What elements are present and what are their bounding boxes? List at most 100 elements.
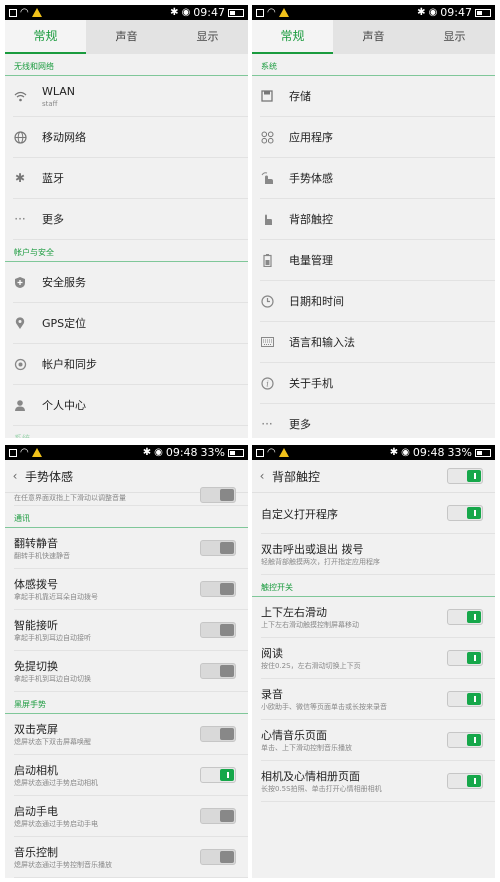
shield-icon [13,275,27,289]
status-time: 09:48 [165,446,198,459]
apps-icon [260,130,274,144]
item-label: 启动手电 [14,805,58,818]
toggle-switch[interactable] [200,540,236,556]
item-label: 个人中心 [42,399,86,412]
list-item-date-time[interactable]: 日期和时间 [260,281,495,322]
tab-general[interactable]: 常规 [252,20,333,54]
list-item-gesture[interactable]: 手势体感 [260,158,495,199]
list-item-account-sync[interactable]: 帐户和同步 [13,344,248,385]
list-item-more[interactable]: ··· 更多 [13,199,248,240]
list-item-about-phone[interactable]: i 关于手机 [260,363,495,404]
keyboard-icon [260,335,274,349]
item-label: 智能接听 [14,619,58,632]
gesture-icon [260,171,274,185]
battery-icon [260,253,274,267]
location-icon [13,316,27,330]
item-sub: staff [42,99,58,108]
section-header-touch-switch: 触控开关 [252,575,495,597]
sim-icon [256,448,264,457]
master-toggle-switch-on[interactable] [447,468,483,484]
list-item-double-tap-dial[interactable]: 双击呼出或退出 拨号 轻触背部触摸两次，打开指定应用程序 [261,534,495,575]
battery-status-icon [228,448,244,457]
settings-general-panel: ◠ ✱ ◉ 09:47 常规 声音 显示 无线和网络 WLAN staff 移动网络 … [5,5,248,438]
item-label: GPS定位 [42,317,87,330]
toggle-switch[interactable] [200,581,236,597]
warning-icon [278,448,289,457]
back-arrow-icon[interactable]: ‹ [5,469,25,483]
list-item-recording[interactable]: 录音 小欧助手、微信等页面单击或长按来录音 [261,679,495,720]
item-label: 心情音乐页面 [261,729,327,742]
list-item-bluetooth[interactable]: ✱ 蓝牙 [13,158,248,199]
section-header-system-cut: 系统 [5,426,248,438]
warning-icon [278,8,289,17]
section-header-wireless: 无线和网络 [5,54,248,76]
item-label: 音乐控制 [14,846,58,859]
list-item-battery-management[interactable]: 电量管理 [260,240,495,281]
status-bar: ◠ ✱ ◉ 09:48 33% [252,445,495,460]
item-label: 相机及心情相册页面 [261,770,360,783]
item-sub: 轻触背部触摸两次，打开指定应用程序 [261,558,380,566]
toggle-switch-on[interactable] [447,773,483,789]
toggle-switch[interactable] [200,808,236,824]
list-item-flip-mute[interactable]: 翻转静音 翻转手机快速静音 [14,528,248,569]
list-item-music-control[interactable]: 音乐控制 熄屏状态通过手势控制音乐播放 [14,837,248,878]
toggle-switch-on[interactable] [447,609,483,625]
tab-sound[interactable]: 声音 [333,20,414,54]
list-item-gps[interactable]: GPS定位 [13,303,248,344]
list-item-motion-dial[interactable]: 体感拨号 拿起手机靠近耳朵自动拨号 [14,569,248,610]
item-label: 双击亮屏 [14,723,58,736]
list-item-launch-camera[interactable]: 启动相机 熄屏状态通过手势启动相机 [14,755,248,796]
toggle-switch-on[interactable] [200,767,236,783]
toggle-switch-on[interactable] [447,650,483,666]
section-header-call: 通讯 [5,506,248,528]
page-title: 背部触控 [272,469,321,484]
battery-percent: 33% [200,446,225,459]
wifi-status-icon: ◠ [20,7,29,18]
back-arrow-icon[interactable]: ‹ [252,469,272,483]
tab-bar: 常规 声音 显示 [5,20,248,54]
list-item-handsfree-switch[interactable]: 免提切换 拿起手机到耳边自动切换 [14,651,248,692]
list-item-personal-center[interactable]: 个人中心 [13,385,248,426]
list-item-wlan[interactable]: WLAN staff [13,76,248,117]
list-item-custom-open-app[interactable]: 自定义打开程序 [261,493,495,534]
list-item-camera-album[interactable]: 相机及心情相册页面 长按0.5S拍照、单击打开心情相册相机 [261,761,495,802]
list-item-reading[interactable]: 阅读 按住0.2S，左右滑动切换上下页 [261,638,495,679]
list-item-launch-flashlight[interactable]: 启动手电 熄屏状态通过手势启动手电 [14,796,248,837]
list-item-apps[interactable]: 应用程序 [260,117,495,158]
page-title: 手势体感 [25,469,74,484]
list-item-smart-answer[interactable]: 智能接听 拿起手机到耳边自动接听 [14,610,248,651]
bluetooth-status-icon: ✱ [417,7,426,18]
list-item-double-tap-wake[interactable]: 双击亮屏 熄屏状态下双击屏幕唤醒 [14,714,248,755]
toggle-switch[interactable] [200,622,236,638]
tab-sound[interactable]: 声音 [86,20,167,54]
bluetooth-status-icon: ✱ [170,7,179,18]
list-item-swipe[interactable]: 上下左右滑动 上下左右滑动触摸控制屏幕移动 [261,597,495,638]
toggle-switch-on[interactable] [447,505,483,521]
toggle-switch[interactable] [200,726,236,742]
clock-icon [260,294,274,308]
list-item-language-input[interactable]: 语言和输入法 [260,322,495,363]
toggle-switch[interactable] [200,849,236,865]
alarm-icon: ◉ [181,7,191,18]
more-icon: ··· [261,417,273,431]
toggle-switch-on[interactable] [447,691,483,707]
bluetooth-icon: ✱ [14,171,26,185]
list-item-mood-music[interactable]: 心情音乐页面 单击、上下滑动控制音乐播放 [261,720,495,761]
list-item-back-touch[interactable]: 背部触控 [260,199,495,240]
item-label: WLAN [42,84,76,98]
list-item-storage[interactable]: 存储 [260,76,495,117]
wifi-status-icon: ◠ [267,7,276,18]
toggle-switch-on[interactable] [447,732,483,748]
toggle-switch[interactable] [200,487,236,503]
list-item-more[interactable]: ··· 更多 [260,404,495,438]
tab-display[interactable]: 显示 [414,20,495,54]
sim-icon [9,8,17,17]
item-sub: 上下左右滑动触摸控制屏幕移动 [261,621,359,629]
list-item-mobile-network[interactable]: 移动网络 [13,117,248,158]
list-item-security[interactable]: 安全服务 [13,262,248,303]
item-label: 应用程序 [289,131,333,144]
tab-display[interactable]: 显示 [167,20,248,54]
toggle-switch[interactable] [200,663,236,679]
item-sub: 小欧助手、微信等页面单击或长按来录音 [261,703,387,711]
tab-general[interactable]: 常规 [5,20,86,54]
